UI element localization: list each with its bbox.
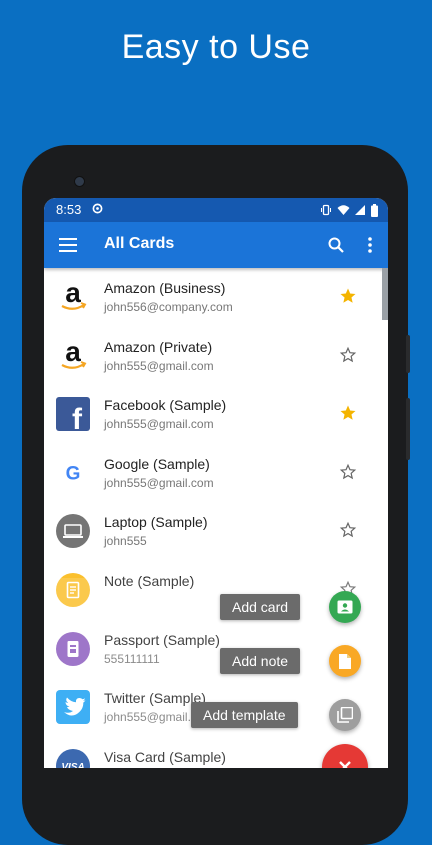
card-subtitle: john555@gmail.com — [104, 475, 214, 490]
list-item[interactable]: a Amazon (Private) john555@gmail.com — [44, 327, 388, 386]
battery-icon — [371, 203, 378, 217]
star-outline-icon[interactable] — [339, 346, 357, 364]
star-filled-icon[interactable] — [339, 404, 357, 422]
phone-screen: 8:53 All Cards a Amazon (Business) john5… — [44, 198, 388, 768]
card-title: Laptop (Sample) — [104, 514, 208, 531]
signal-icon — [355, 205, 365, 215]
svg-text:a: a — [65, 339, 81, 367]
page-title: All Cards — [104, 235, 175, 252]
status-time: 8:53 — [56, 202, 82, 217]
add-card-button[interactable] — [329, 591, 361, 623]
card-subtitle: john555 — [104, 534, 147, 549]
amazon-logo: a — [56, 339, 90, 373]
status-icons — [320, 202, 378, 218]
note-icon — [339, 653, 351, 669]
amazon-logo: a — [56, 280, 90, 314]
copy-icon — [337, 707, 353, 723]
add-note-label[interactable]: Add note — [220, 648, 301, 674]
facebook-logo: f — [56, 397, 90, 432]
svg-text:G: G — [66, 463, 81, 484]
card-subtitle: john555@gmail.com — [104, 358, 214, 373]
front-camera — [74, 176, 85, 187]
card-subtitle: john555@gmail.com — [104, 417, 214, 432]
list-item[interactable]: a Amazon (Business) john556@company.com — [44, 268, 388, 327]
add-note-button[interactable] — [329, 645, 361, 677]
status-bar: 8:53 — [44, 198, 388, 222]
card-subtitle: john556@company.com — [104, 300, 233, 314]
sync-icon — [92, 203, 103, 214]
add-card-label[interactable]: Add card — [220, 594, 301, 620]
list-item[interactable]: f Facebook (Sample) john555@gmail.com — [44, 385, 388, 444]
star-filled-icon[interactable] — [339, 287, 357, 305]
volume-button — [406, 335, 410, 373]
list-item[interactable]: Laptop (Sample) john555 — [44, 502, 388, 561]
card-title: Amazon (Business) — [104, 280, 226, 296]
close-icon — [339, 761, 351, 768]
vibrate-icon — [321, 204, 331, 216]
search-icon[interactable] — [324, 233, 348, 257]
more-options-icon[interactable] — [360, 233, 380, 257]
app-bar: All Cards — [44, 222, 388, 268]
google-logo: G — [56, 456, 90, 490]
add-template-button[interactable] — [329, 699, 361, 731]
add-template-label[interactable]: Add template — [191, 702, 298, 728]
scrollbar[interactable] — [382, 268, 388, 320]
headline: Easy to Use — [121, 28, 311, 66]
svg-text:f: f — [72, 403, 83, 431]
menu-icon[interactable] — [56, 233, 80, 257]
card-title: Amazon (Private) — [104, 338, 213, 355]
laptop-icon — [56, 514, 90, 549]
contact-card-icon — [337, 600, 353, 614]
svg-text:a: a — [65, 280, 81, 308]
card-title: Facebook (Sample) — [104, 397, 227, 414]
volume-button — [406, 398, 410, 460]
wifi-icon — [337, 205, 350, 215]
star-outline-icon[interactable] — [339, 521, 357, 539]
list-item[interactable]: G Google (Sample) john555@gmail.com — [44, 444, 388, 503]
card-title: Google (Sample) — [104, 455, 210, 472]
star-outline-icon[interactable] — [339, 463, 357, 481]
